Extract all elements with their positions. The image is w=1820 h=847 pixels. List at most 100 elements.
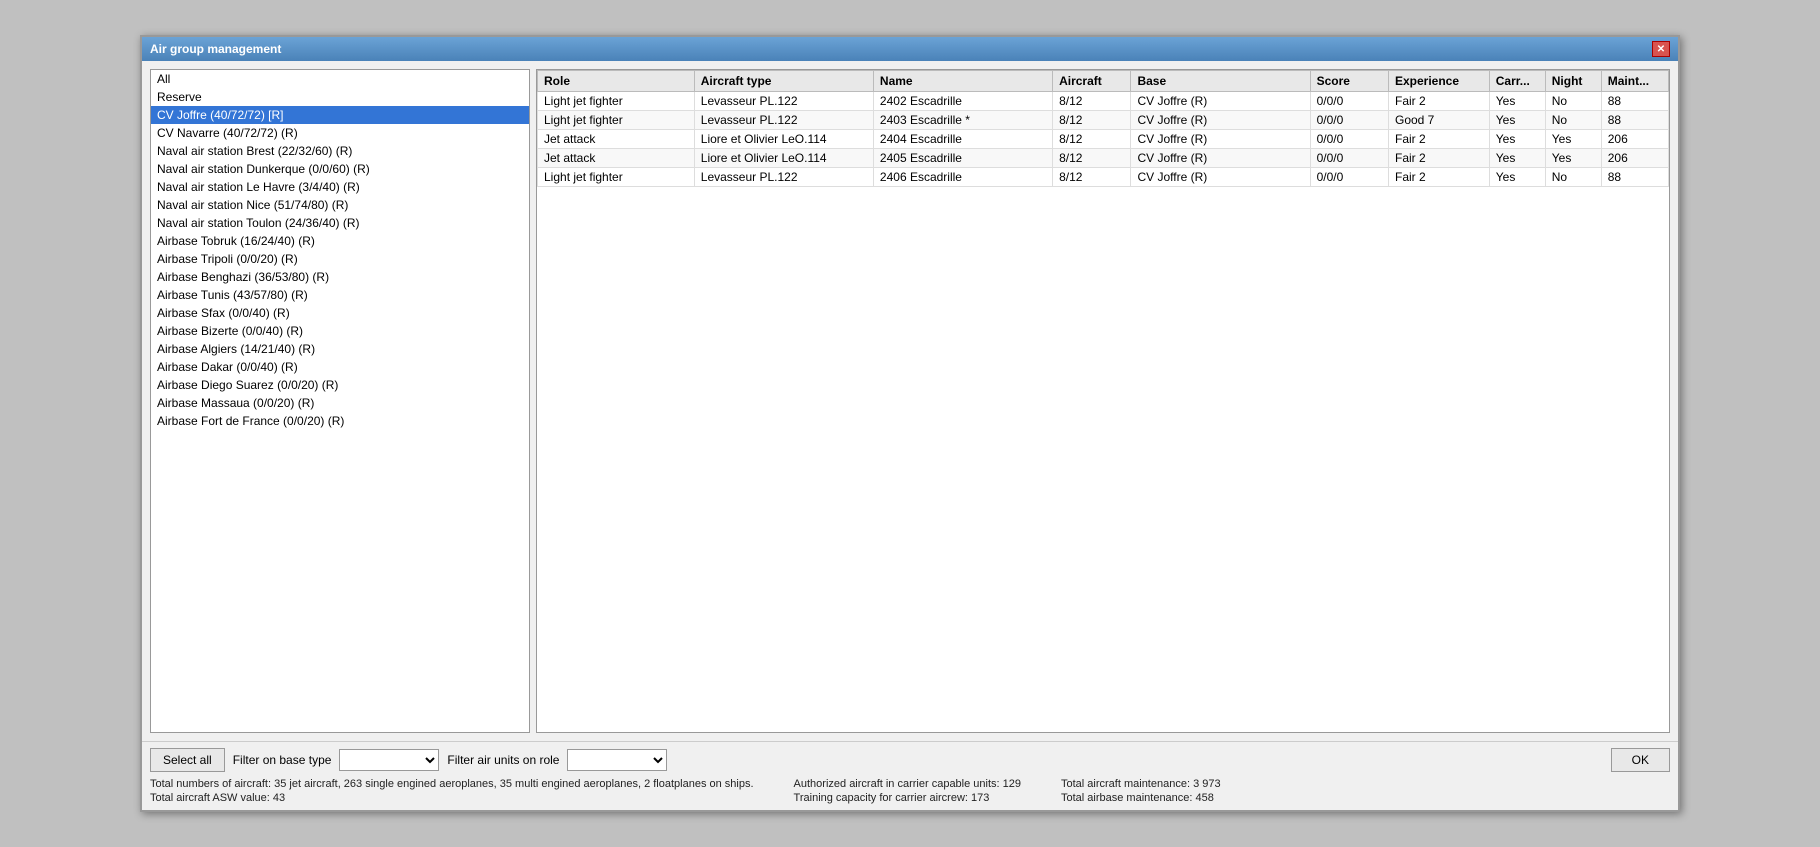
base-list-item[interactable]: All <box>151 70 529 88</box>
base-list-item[interactable]: Reserve <box>151 88 529 106</box>
base-list-item[interactable]: Naval air station Nice (51/74/80) (R) <box>151 196 529 214</box>
table-row[interactable]: Jet attackLiore et Olivier LeO.1142404 E… <box>538 130 1669 149</box>
table-cell-name: 2403 Escadrille * <box>873 111 1052 130</box>
table-row[interactable]: Light jet fighterLevasseur PL.1222403 Es… <box>538 111 1669 130</box>
base-list-item[interactable]: Airbase Diego Suarez (0/0/20) (R) <box>151 376 529 394</box>
stat-total-aircraft: Total numbers of aircraft: 35 jet aircra… <box>150 778 754 790</box>
title-bar: Air group management ✕ <box>142 37 1678 61</box>
table-cell-name: 2404 Escadrille <box>873 130 1052 149</box>
filter-role-label: Filter air units on role <box>447 753 559 767</box>
ok-button[interactable]: OK <box>1611 748 1670 772</box>
table-cell-aircraft_type: Liore et Olivier LeO.114 <box>694 130 873 149</box>
table-cell-aircraft: 8/12 <box>1053 130 1131 149</box>
base-list-item[interactable]: Naval air station Le Havre (3/4/40) (R) <box>151 178 529 196</box>
table-cell-base: CV Joffre (R) <box>1131 130 1310 149</box>
base-list-item[interactable]: Airbase Sfax (0/0/40) (R) <box>151 304 529 322</box>
table-cell-carrier: Yes <box>1489 92 1545 111</box>
table-cell-aircraft: 8/12 <box>1053 111 1131 130</box>
main-content: AllReserveCV Joffre (40/72/72) [R]CV Nav… <box>142 61 1678 741</box>
table-cell-night: No <box>1545 168 1601 187</box>
table-cell-experience: Fair 2 <box>1388 130 1489 149</box>
table-cell-experience: Fair 2 <box>1388 92 1489 111</box>
base-list-item[interactable]: Naval air station Toulon (24/36/40) (R) <box>151 214 529 232</box>
table-cell-name: 2406 Escadrille <box>873 168 1052 187</box>
filter-base-select[interactable] <box>339 749 439 771</box>
table-cell-experience: Fair 2 <box>1388 168 1489 187</box>
table-column-header[interactable]: Name <box>873 71 1052 92</box>
base-list-item[interactable]: Airbase Dakar (0/0/40) (R) <box>151 358 529 376</box>
table-cell-role: Jet attack <box>538 130 695 149</box>
table-cell-aircraft_type: Liore et Olivier LeO.114 <box>694 149 873 168</box>
table-cell-score: 0/0/0 <box>1310 149 1388 168</box>
stat-training: Training capacity for carrier aircrew: 1… <box>794 792 1021 804</box>
table-cell-carrier: Yes <box>1489 111 1545 130</box>
select-all-button[interactable]: Select all <box>150 748 225 772</box>
air-group-table-panel: RoleAircraft typeNameAircraftBaseScoreEx… <box>536 69 1670 733</box>
table-cell-aircraft: 8/12 <box>1053 168 1131 187</box>
table-cell-base: CV Joffre (R) <box>1131 149 1310 168</box>
base-list-item[interactable]: Naval air station Dunkerque (0/0/60) (R) <box>151 160 529 178</box>
stat-carrier-units: Authorized aircraft in carrier capable u… <box>794 778 1021 790</box>
table-cell-maint: 206 <box>1601 130 1668 149</box>
base-list-item[interactable]: Airbase Benghazi (36/53/80) (R) <box>151 268 529 286</box>
table-cell-role: Light jet fighter <box>538 92 695 111</box>
window-title: Air group management <box>150 42 281 56</box>
table-cell-role: Light jet fighter <box>538 168 695 187</box>
table-cell-aircraft_type: Levasseur PL.122 <box>694 111 873 130</box>
base-list-item[interactable]: CV Joffre (40/72/72) [R] <box>151 106 529 124</box>
table-cell-base: CV Joffre (R) <box>1131 111 1310 130</box>
table-cell-score: 0/0/0 <box>1310 168 1388 187</box>
table-cell-aircraft_type: Levasseur PL.122 <box>694 92 873 111</box>
air-group-table: RoleAircraft typeNameAircraftBaseScoreEx… <box>537 70 1669 187</box>
table-row[interactable]: Light jet fighterLevasseur PL.1222406 Es… <box>538 168 1669 187</box>
base-list-item[interactable]: Airbase Algiers (14/21/40) (R) <box>151 340 529 358</box>
base-list-item[interactable]: Airbase Massaua (0/0/20) (R) <box>151 394 529 412</box>
bottom-stats: Total numbers of aircraft: 35 jet aircra… <box>150 778 1670 804</box>
base-list-item[interactable]: Airbase Bizerte (0/0/40) (R) <box>151 322 529 340</box>
table-cell-score: 0/0/0 <box>1310 130 1388 149</box>
table-cell-maint: 206 <box>1601 149 1668 168</box>
table-cell-night: No <box>1545 92 1601 111</box>
bottom-bar: Select all Filter on base type Filter ai… <box>142 741 1678 810</box>
table-cell-night: No <box>1545 111 1601 130</box>
stat-asw: Total aircraft ASW value: 43 <box>150 792 754 804</box>
table-cell-maint: 88 <box>1601 111 1668 130</box>
filter-role-select[interactable] <box>567 749 667 771</box>
table-column-header[interactable]: Experience <box>1388 71 1489 92</box>
table-column-header[interactable]: Night <box>1545 71 1601 92</box>
table-cell-aircraft_type: Levasseur PL.122 <box>694 168 873 187</box>
table-column-header[interactable]: Carr... <box>1489 71 1545 92</box>
table-cell-name: 2402 Escadrille <box>873 92 1052 111</box>
table-column-header[interactable]: Aircraft type <box>694 71 873 92</box>
table-column-header[interactable]: Maint... <box>1601 71 1668 92</box>
base-list-item[interactable]: Naval air station Brest (22/32/60) (R) <box>151 142 529 160</box>
table-row[interactable]: Jet attackLiore et Olivier LeO.1142405 E… <box>538 149 1669 168</box>
table-column-header[interactable]: Base <box>1131 71 1310 92</box>
base-list-item[interactable]: CV Navarre (40/72/72) (R) <box>151 124 529 142</box>
title-bar-buttons: ✕ <box>1652 41 1670 57</box>
base-list-item[interactable]: Airbase Tunis (43/57/80) (R) <box>151 286 529 304</box>
table-column-header[interactable]: Aircraft <box>1053 71 1131 92</box>
table-cell-experience: Good 7 <box>1388 111 1489 130</box>
table-column-header[interactable]: Score <box>1310 71 1388 92</box>
base-list-item[interactable]: Airbase Tobruk (16/24/40) (R) <box>151 232 529 250</box>
close-button[interactable]: ✕ <box>1652 41 1670 57</box>
table-cell-carrier: Yes <box>1489 149 1545 168</box>
table-cell-base: CV Joffre (R) <box>1131 168 1310 187</box>
table-cell-aircraft: 8/12 <box>1053 149 1131 168</box>
base-list-item[interactable]: Airbase Tripoli (0/0/20) (R) <box>151 250 529 268</box>
base-list-panel[interactable]: AllReserveCV Joffre (40/72/72) [R]CV Nav… <box>150 69 530 733</box>
stat-maint-aircraft: Total aircraft maintenance: 3 973 <box>1061 778 1221 790</box>
stats-right: Total aircraft maintenance: 3 973 Total … <box>1061 778 1221 804</box>
table-column-header[interactable]: Role <box>538 71 695 92</box>
base-list-item[interactable]: Airbase Fort de France (0/0/20) (R) <box>151 412 529 430</box>
stats-left: Total numbers of aircraft: 35 jet aircra… <box>150 778 754 804</box>
table-cell-maint: 88 <box>1601 168 1668 187</box>
table-row[interactable]: Light jet fighterLevasseur PL.1222402 Es… <box>538 92 1669 111</box>
air-group-management-window: Air group management ✕ AllReserveCV Joff… <box>140 35 1680 812</box>
table-cell-maint: 88 <box>1601 92 1668 111</box>
table-cell-role: Jet attack <box>538 149 695 168</box>
table-cell-name: 2405 Escadrille <box>873 149 1052 168</box>
table-cell-base: CV Joffre (R) <box>1131 92 1310 111</box>
filter-base-label: Filter on base type <box>233 753 332 767</box>
